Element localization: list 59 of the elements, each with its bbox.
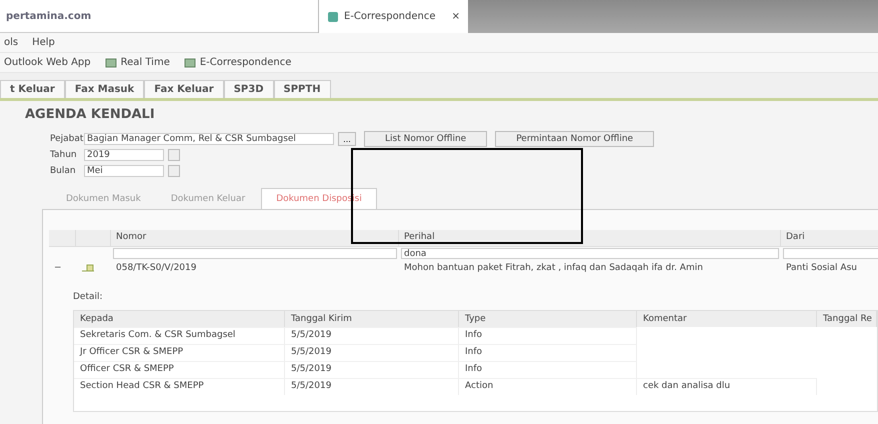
app-tab[interactable]: t Keluar [0, 80, 65, 98]
column-header[interactable]: Kepada [74, 311, 285, 327]
table-cell-text: 058/TK-S0/V/2019 [115, 262, 198, 275]
app-tab[interactable]: Fax Masuk [64, 80, 144, 98]
select-field[interactable]: 2019 [84, 149, 164, 161]
offline-button[interactable]: List Nomor Offline [364, 131, 488, 147]
column-header[interactable]: Type [459, 311, 637, 327]
address-bar[interactable]: pertamina.com [0, 0, 318, 33]
app-tab[interactable]: SPPTH [274, 80, 331, 98]
table-cell: cek dan analisa dlu [637, 378, 817, 395]
column-header[interactable]: Perihal [399, 230, 781, 247]
table-cell: Action [459, 378, 637, 395]
table-cell: Sekretaris Com. & CSR Sumbagsel [74, 327, 285, 344]
pejabat-field[interactable]: Bagian Manager Comm, Rel & CSR Sumbagsel [84, 133, 334, 145]
table-cell: 5/5/2019 [285, 344, 459, 361]
app-tab[interactable]: Fax Keluar [144, 80, 224, 98]
column-header[interactable]: Tanggal Re [817, 311, 877, 327]
filter-field[interactable]: dona [401, 248, 779, 259]
column-header[interactable]: Komentar [637, 311, 817, 327]
table-cell: Section Head CSR & SMEPP [74, 378, 285, 395]
detail-label: Detail: [73, 292, 104, 302]
column-header[interactable]: Dari [781, 230, 878, 247]
filter-field[interactable] [113, 248, 397, 259]
table-cell: 5/5/2019 [285, 378, 459, 395]
field-label: Tahun [50, 150, 78, 160]
browse-button[interactable]: ... [338, 132, 356, 146]
table-cell: Jr Officer CSR & SMEPP [74, 344, 285, 361]
favorite-link[interactable]: Real Time [120, 57, 170, 68]
column-header[interactable]: Tanggal Kirim [285, 311, 459, 327]
table-cell: 5/5/2019 [285, 327, 459, 344]
table-cell: Info [459, 361, 637, 378]
favorite-icon [184, 56, 196, 68]
table-cell-text: Panti Sosial Asu [785, 262, 858, 275]
browser-tab[interactable]: E-Correspondence × [318, 0, 468, 33]
column-header[interactable]: Nomor [111, 230, 399, 247]
page-title: AGENDA KENDALI [25, 107, 156, 122]
column-header [76, 230, 111, 247]
favorite-link[interactable]: Outlook Web App [4, 57, 91, 68]
table-cell: 5/5/2019 [285, 361, 459, 378]
expand-toggle[interactable]: − [54, 263, 62, 273]
table-cell: Info [459, 344, 637, 361]
dropdown-button[interactable] [168, 165, 180, 177]
dropdown-button[interactable] [168, 149, 180, 161]
offline-button[interactable]: Permintaan Nomor Offline [495, 131, 654, 147]
menu-item[interactable]: ols [4, 37, 18, 48]
menu-item[interactable]: Help [32, 37, 55, 48]
app-tab[interactable]: SP3D [224, 80, 274, 98]
document-icon [81, 263, 95, 273]
table-cell: Info [459, 327, 637, 344]
table-cell: Officer CSR & SMEPP [74, 361, 285, 378]
favorite-icon [104, 56, 117, 68]
page-icon [327, 10, 339, 22]
field-label: Bulan [50, 166, 77, 176]
table-cell-text: Mohon bantuan paket Fitrah, zkat , infaq dan Sadaqah ifa dr. Amin [403, 262, 704, 275]
column-header [49, 230, 76, 247]
tab-title: E-Correspondence [344, 11, 436, 22]
select-field[interactable]: Mei [84, 165, 164, 177]
close-button[interactable]: × [452, 11, 460, 22]
favorite-link[interactable]: E-Correspondence [200, 57, 292, 68]
